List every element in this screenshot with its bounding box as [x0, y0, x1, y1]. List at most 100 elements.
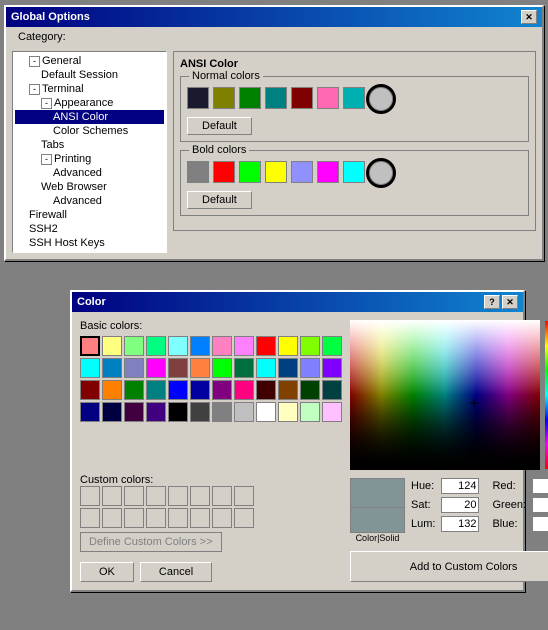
sidebar-item-terminal[interactable]: -Terminal: [15, 82, 164, 96]
normal-swatch-5[interactable]: [291, 87, 313, 109]
basic-color-38[interactable]: [124, 402, 144, 422]
custom-color-13[interactable]: [190, 508, 210, 528]
hue-bar[interactable]: [544, 320, 548, 470]
custom-color-0[interactable]: [80, 486, 100, 506]
color-gradient[interactable]: [350, 320, 540, 470]
basic-color-25[interactable]: [102, 380, 122, 400]
basic-color-8[interactable]: [256, 336, 276, 356]
basic-color-9[interactable]: [278, 336, 298, 356]
bold-swatch-5[interactable]: [291, 161, 313, 183]
green-input[interactable]: [532, 497, 548, 513]
define-custom-btn[interactable]: Define Custom Colors >>: [80, 532, 222, 552]
basic-color-29[interactable]: [190, 380, 210, 400]
custom-color-15[interactable]: [234, 508, 254, 528]
sidebar-item-firewall[interactable]: Firewall: [15, 208, 164, 222]
custom-color-14[interactable]: [212, 508, 232, 528]
add-to-custom-colors-button[interactable]: Add to Custom Colors: [350, 551, 548, 582]
basic-color-21[interactable]: [278, 358, 298, 378]
basic-color-34[interactable]: [300, 380, 320, 400]
basic-color-5[interactable]: [190, 336, 210, 356]
basic-color-14[interactable]: [124, 358, 144, 378]
basic-color-20[interactable]: [256, 358, 276, 378]
basic-color-31[interactable]: [234, 380, 254, 400]
sidebar-item-ansi-color[interactable]: ANSI Color: [15, 110, 164, 124]
bold-swatch-6[interactable]: [317, 161, 339, 183]
basic-color-40[interactable]: [168, 402, 188, 422]
basic-color-30[interactable]: [212, 380, 232, 400]
normal-swatch-2[interactable]: [213, 87, 235, 109]
custom-color-11[interactable]: [146, 508, 166, 528]
basic-color-16[interactable]: [168, 358, 188, 378]
custom-color-12[interactable]: [168, 508, 188, 528]
basic-color-6[interactable]: [212, 336, 232, 356]
custom-color-6[interactable]: [212, 486, 232, 506]
ok-button[interactable]: OK: [80, 562, 134, 582]
close-button[interactable]: ✕: [521, 10, 537, 24]
sidebar-item-default-session[interactable]: Default Session: [15, 68, 164, 82]
basic-color-43[interactable]: [234, 402, 254, 422]
basic-color-12[interactable]: [80, 358, 100, 378]
basic-color-0[interactable]: [80, 336, 100, 356]
sidebar-item-advanced-wb[interactable]: Advanced: [15, 194, 164, 208]
bold-swatch-4[interactable]: [265, 161, 287, 183]
basic-color-1[interactable]: [102, 336, 122, 356]
custom-color-5[interactable]: [190, 486, 210, 506]
custom-color-1[interactable]: [102, 486, 122, 506]
basic-color-22[interactable]: [300, 358, 320, 378]
basic-color-15[interactable]: [146, 358, 166, 378]
basic-color-39[interactable]: [146, 402, 166, 422]
color-help-button[interactable]: ?: [484, 295, 500, 309]
normal-colors-default-btn[interactable]: Default: [187, 117, 252, 135]
bold-swatch-2[interactable]: [213, 161, 235, 183]
custom-color-2[interactable]: [124, 486, 144, 506]
custom-color-3[interactable]: [146, 486, 166, 506]
basic-color-45[interactable]: [278, 402, 298, 422]
basic-color-24[interactable]: [80, 380, 100, 400]
normal-swatch-3[interactable]: [239, 87, 261, 109]
basic-color-33[interactable]: [278, 380, 298, 400]
custom-color-10[interactable]: [124, 508, 144, 528]
color-close-button[interactable]: ✕: [502, 295, 518, 309]
sidebar-item-appearance[interactable]: -Appearance: [15, 96, 164, 110]
sidebar-item-tabs[interactable]: Tabs: [15, 138, 164, 152]
normal-swatch-4[interactable]: [265, 87, 287, 109]
normal-swatch-1[interactable]: [187, 87, 209, 109]
basic-color-44[interactable]: [256, 402, 276, 422]
basic-color-7[interactable]: [234, 336, 254, 356]
cancel-button[interactable]: Cancel: [140, 562, 212, 582]
basic-color-2[interactable]: [124, 336, 144, 356]
basic-color-35[interactable]: [322, 380, 342, 400]
sidebar-item-web-browser[interactable]: Web Browser: [15, 180, 164, 194]
bold-colors-default-btn[interactable]: Default: [187, 191, 252, 209]
bold-swatch-8[interactable]: [369, 161, 393, 185]
basic-color-3[interactable]: [146, 336, 166, 356]
basic-color-47[interactable]: [322, 402, 342, 422]
bold-swatch-3[interactable]: [239, 161, 261, 183]
sidebar-item-general[interactable]: -General: [15, 54, 164, 68]
red-input[interactable]: [532, 478, 548, 494]
basic-color-4[interactable]: [168, 336, 188, 356]
basic-color-17[interactable]: [190, 358, 210, 378]
custom-color-8[interactable]: [80, 508, 100, 528]
custom-color-7[interactable]: [234, 486, 254, 506]
custom-color-4[interactable]: [168, 486, 188, 506]
basic-color-13[interactable]: [102, 358, 122, 378]
basic-color-27[interactable]: [146, 380, 166, 400]
bold-swatch-7[interactable]: [343, 161, 365, 183]
blue-input[interactable]: [532, 516, 548, 532]
sidebar-item-ssh2[interactable]: SSH2: [15, 222, 164, 236]
sidebar-item-ssh-host-keys[interactable]: SSH Host Keys: [15, 236, 164, 250]
sidebar-item-printing[interactable]: -Printing: [15, 152, 164, 166]
basic-color-19[interactable]: [234, 358, 254, 378]
basic-color-18[interactable]: [212, 358, 232, 378]
normal-swatch-7[interactable]: [343, 87, 365, 109]
custom-color-9[interactable]: [102, 508, 122, 528]
basic-color-42[interactable]: [212, 402, 232, 422]
normal-swatch-8[interactable]: [369, 87, 393, 111]
basic-color-11[interactable]: [322, 336, 342, 356]
sidebar-item-color-schemes[interactable]: Color Schemes: [15, 124, 164, 138]
basic-color-26[interactable]: [124, 380, 144, 400]
normal-swatch-6[interactable]: [317, 87, 339, 109]
basic-color-10[interactable]: [300, 336, 320, 356]
bold-swatch-1[interactable]: [187, 161, 209, 183]
